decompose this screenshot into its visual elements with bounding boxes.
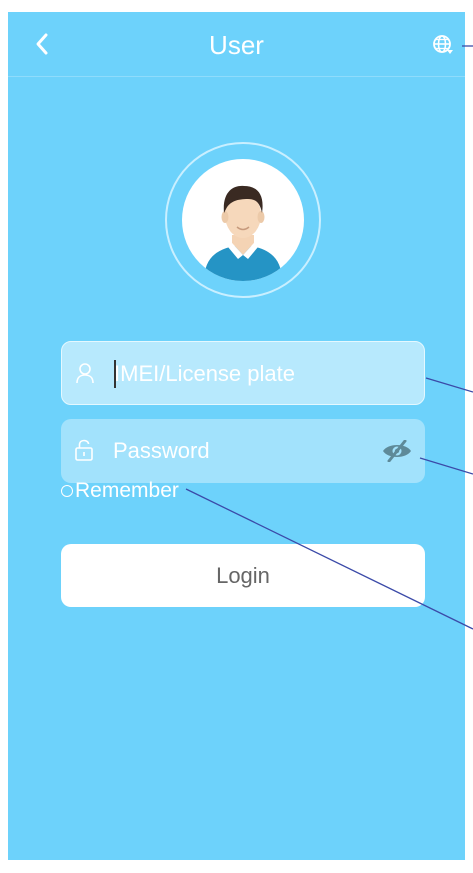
login-button[interactable]: Login <box>61 544 425 607</box>
page-title: User <box>209 30 264 60</box>
avatar-ring <box>165 142 321 298</box>
toggle-password-visibility-button[interactable] <box>381 439 413 463</box>
account-field[interactable] <box>61 341 425 406</box>
text-caret <box>114 360 116 388</box>
account-input[interactable] <box>114 342 374 406</box>
lock-icon <box>75 439 93 461</box>
remember-radio-icon <box>61 485 73 497</box>
globe-icon <box>433 35 453 54</box>
remember-checkbox[interactable]: Remember <box>61 478 179 504</box>
password-field[interactable] <box>61 419 425 483</box>
user-icon <box>76 363 94 384</box>
top-bar: User <box>8 12 465 77</box>
password-input[interactable] <box>113 419 373 483</box>
language-button[interactable] <box>432 34 454 56</box>
user-avatar-icon <box>204 185 282 281</box>
login-screen: User IMEI/License plate Remember Login <box>8 12 465 860</box>
eye-off-icon <box>383 439 411 463</box>
avatar <box>182 159 304 281</box>
remember-label: Remember <box>75 479 179 502</box>
